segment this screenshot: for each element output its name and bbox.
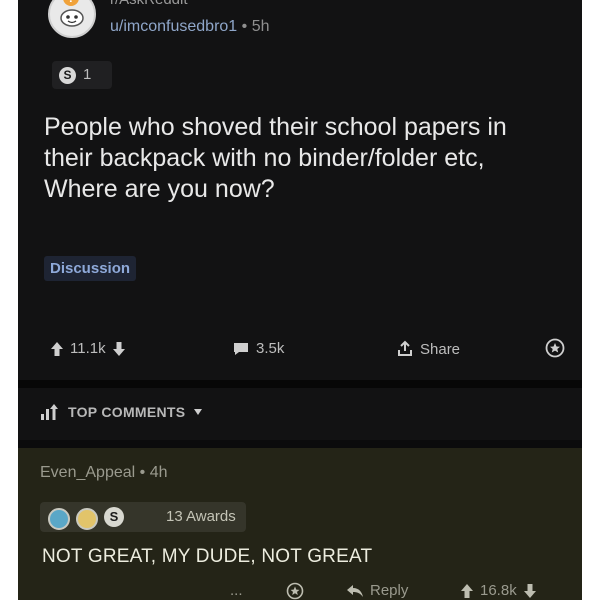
award-icon (48, 508, 70, 530)
comment-vote-group: 16.8k (460, 582, 537, 599)
post-action-bar: 11.1k 3.5k Share (18, 336, 582, 364)
reply-arrow-icon (347, 584, 363, 597)
post-upvote-count: 11.1k (70, 340, 106, 357)
post-age: 5h (251, 18, 270, 35)
caret-down-icon (194, 409, 203, 415)
comment-sort-bar[interactable]: TOP COMMENTS (18, 388, 582, 440)
arrow-down-icon[interactable] (523, 583, 537, 599)
post-award-count: 1 (83, 66, 92, 83)
award-icon (545, 338, 565, 358)
arrow-down-icon[interactable] (112, 341, 126, 357)
snoo-icon (60, 9, 84, 27)
comment-awards-label: 13 Awards (166, 508, 236, 525)
post-comment-count: 3.5k (256, 340, 285, 357)
comment-awards[interactable]: S 13 Awards (40, 502, 246, 532)
subreddit-avatar-icon[interactable]: ? (48, 0, 96, 38)
comment-author[interactable]: Even_Appeal (40, 464, 135, 481)
reply-button[interactable]: Reply (346, 582, 408, 599)
comments-button[interactable]: 3.5k (232, 340, 284, 357)
award-icon: S (104, 507, 124, 527)
vote-group: 11.1k (50, 340, 126, 357)
give-award-button[interactable] (545, 338, 565, 358)
comment-upvote-count: 16.8k (480, 582, 517, 599)
share-label: Share (420, 340, 461, 358)
share-button[interactable]: Share (396, 340, 460, 358)
award-icon (286, 582, 304, 600)
comment-bubble-icon (234, 342, 248, 355)
post-meta: u/imconfusedbro1 • 5h (110, 18, 270, 36)
comment-meta: Even_Appeal • 4h (40, 464, 168, 482)
comment-body: NOT GREAT, MY DUDE, NOT GREAT (42, 546, 373, 567)
award-icon: S (59, 67, 76, 84)
top-comment: Even_Appeal • 4h S 13 Awards NOT GREAT, … (18, 448, 582, 600)
arrow-up-icon[interactable] (460, 583, 474, 599)
reply-label: Reply (370, 582, 409, 599)
more-dots: ... (230, 582, 243, 599)
comment-age: 4h (149, 464, 168, 481)
arrow-up-icon[interactable] (50, 341, 64, 357)
post-awards[interactable]: S 1 (52, 61, 112, 89)
post-card: ? r/AskReddit u/imconfusedbro1 • 5h S 1 … (18, 0, 582, 380)
more-options-button[interactable]: ... (230, 582, 243, 599)
award-icon (76, 508, 98, 530)
comment-award-button[interactable] (286, 582, 304, 600)
post-flair[interactable]: Discussion (44, 256, 137, 281)
sort-bars-icon (41, 404, 58, 420)
reddit-screenshot: ? r/AskReddit u/imconfusedbro1 • 5h S 1 … (18, 0, 582, 600)
meta-separator: • (241, 18, 248, 35)
comment-action-bar: ... Reply 16.8k (18, 582, 582, 600)
meta-separator: • (139, 464, 146, 481)
subreddit-name[interactable]: r/AskReddit (110, 0, 188, 8)
share-icon (398, 340, 412, 356)
post-author[interactable]: u/imconfusedbro1 (110, 18, 237, 35)
sort-label: TOP COMMENTS (68, 404, 186, 420)
section-divider (18, 380, 582, 388)
post-title[interactable]: People who shoved their school papers in… (44, 112, 544, 205)
